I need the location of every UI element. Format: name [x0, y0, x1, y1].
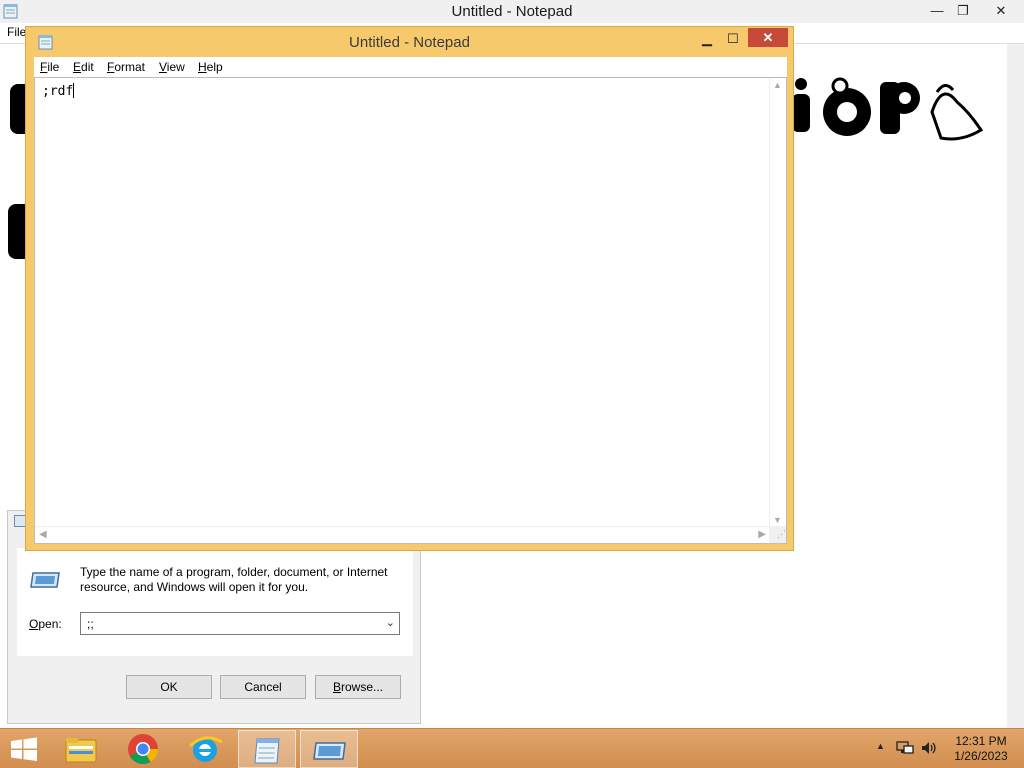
open-label-accelerator: O	[29, 617, 39, 631]
menu-help[interactable]: Help	[198, 60, 223, 74]
editor-content[interactable]: ;rdf	[42, 83, 75, 99]
menu-format[interactable]: Format	[107, 60, 145, 74]
text-editor[interactable]: ;rdf ▲ ▼ ◀ ▶ ⋰	[34, 77, 787, 544]
taskbar-internet-explorer[interactable]	[176, 730, 234, 768]
browse-label: rowse...	[341, 680, 384, 694]
resize-grip-icon[interactable]: ⋰	[769, 526, 786, 543]
notepad-icon	[254, 738, 280, 764]
show-hidden-icons-chevron-icon[interactable]: ▲	[876, 741, 885, 751]
menu-format-label: ormat	[114, 60, 146, 74]
open-combobox[interactable]: ;; ⌄	[80, 612, 400, 635]
scroll-down-arrow-icon[interactable]: ▼	[773, 515, 782, 525]
network-icon[interactable]	[896, 740, 914, 756]
close-button[interactable]: ✕	[748, 28, 788, 47]
taskbar: ▲ 12:31 PM 1/26/2023	[0, 728, 1024, 768]
menu-file-label: ile	[47, 60, 60, 74]
ok-button[interactable]: OK	[126, 675, 212, 699]
menu-view-label: iew	[166, 60, 185, 74]
taskbar-file-explorer[interactable]	[52, 730, 110, 768]
menu-edit-label: dit	[81, 60, 94, 74]
folder-icon	[65, 738, 97, 763]
run-dialog-description: Type the name of a program, folder, docu…	[80, 565, 388, 594]
taskbar-chrome[interactable]	[114, 730, 172, 768]
background-close-button[interactable]: ✕	[978, 0, 1024, 22]
scroll-left-arrow-icon[interactable]: ◀	[39, 529, 47, 540]
menu-edit[interactable]: Edit	[73, 60, 94, 74]
taskbar-notepad[interactable]	[238, 730, 296, 768]
bubble-letters-iop-decoration	[792, 77, 984, 141]
system-clock[interactable]: 12:31 PM 1/26/2023	[946, 734, 1016, 764]
scroll-right-arrow-icon[interactable]: ▶	[758, 529, 766, 540]
menu-view-accelerator: V	[159, 60, 167, 74]
scroll-up-arrow-icon[interactable]: ▲	[773, 80, 782, 90]
menu-help-accelerator: H	[198, 60, 207, 74]
browse-button[interactable]: Browse...	[315, 675, 401, 699]
editor-text[interactable]: ;rdf	[42, 84, 73, 99]
chrome-icon	[128, 734, 158, 765]
background-menu-file[interactable]: File	[7, 25, 26, 39]
background-title-bar[interactable]: Untitled - Notepad — ❐ ✕	[0, 0, 1024, 23]
maximize-button[interactable]: ☐	[720, 30, 746, 50]
menu-view[interactable]: View	[159, 60, 185, 74]
windows-start-icon[interactable]	[0, 729, 48, 768]
menu-edit-accelerator: E	[73, 60, 82, 74]
menu-file[interactable]: File	[40, 60, 59, 74]
taskbar-run[interactable]	[300, 730, 358, 768]
background-vertical-scrollbar[interactable]	[1007, 44, 1024, 729]
notepad-window-title: Untitled - Notepad	[349, 34, 470, 51]
menu-bar: File Edit Format View Help	[34, 57, 787, 77]
text-caret	[73, 83, 75, 98]
cancel-button[interactable]: Cancel	[220, 675, 306, 699]
vertical-scrollbar[interactable]: ▲ ▼	[769, 78, 786, 527]
open-label: Open:	[29, 617, 62, 631]
internet-explorer-icon	[188, 736, 223, 762]
browse-accelerator: B	[332, 680, 341, 694]
minimize-button[interactable]: ▁	[694, 30, 720, 50]
run-program-icon	[30, 572, 60, 588]
open-combobox-value[interactable]: ;;	[87, 617, 94, 631]
clock-date: 1/26/2023	[954, 749, 1008, 763]
notepad-window: Untitled - Notepad ▁ ☐ ✕ File Edit Forma…	[25, 26, 794, 551]
volume-icon[interactable]	[920, 740, 938, 756]
run-program-icon	[313, 742, 346, 760]
menu-help-label: elp	[206, 60, 223, 74]
open-label-text: pen:	[38, 617, 62, 631]
clock-time: 12:31 PM	[955, 734, 1007, 748]
background-restore-button[interactable]: ❐	[948, 0, 978, 22]
background-window-title: Untitled - Notepad	[451, 3, 573, 20]
horizontal-scrollbar[interactable]: ◀ ▶	[35, 526, 770, 543]
chevron-down-icon[interactable]: ⌄	[386, 616, 395, 629]
